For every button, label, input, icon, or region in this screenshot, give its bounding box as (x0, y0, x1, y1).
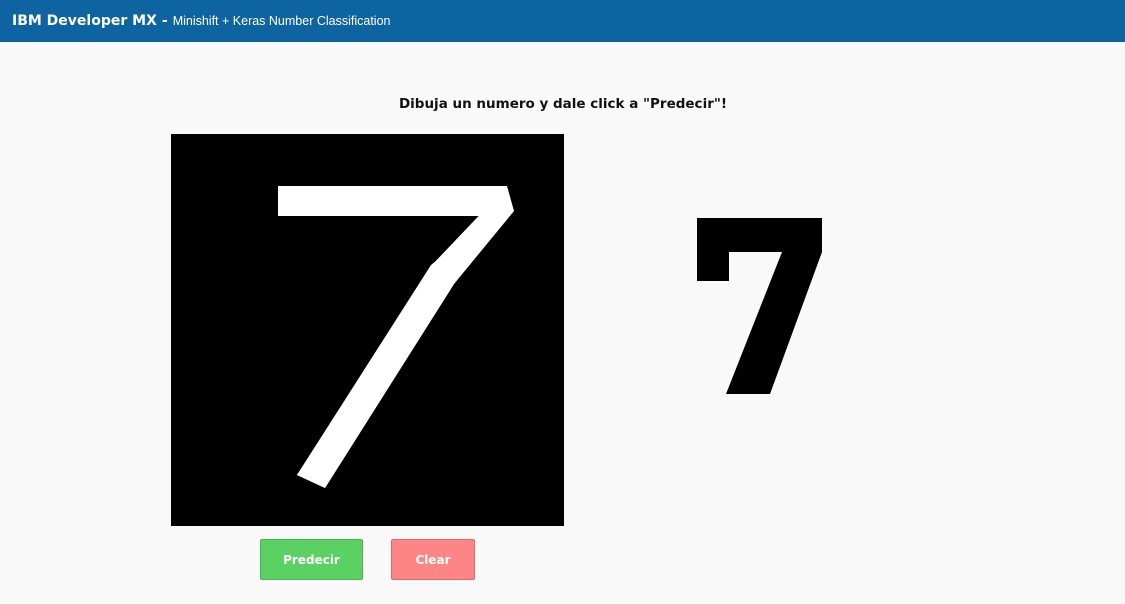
instruction-text: Dibuja un numero y dale click a "Predeci… (398, 96, 728, 112)
clear-button[interactable]: Clear (391, 539, 475, 580)
brand-separator: - (161, 13, 168, 29)
brand-title[interactable]: IBM Developer MX (12, 13, 157, 29)
predict-button[interactable]: Predecir (260, 539, 363, 580)
top-navbar: IBM Developer MX - Minishift + Keras Num… (0, 0, 1125, 42)
seven-diagonal (297, 204, 514, 488)
predicted-seven-shape (697, 218, 822, 394)
brand-subtitle: Minishift + Keras Number Classification (172, 14, 391, 28)
drawing-canvas[interactable] (171, 134, 564, 526)
prediction-display: 7 (670, 200, 850, 410)
drawn-digit-stroke (278, 186, 514, 488)
predicted-digit-glyph (697, 218, 822, 394)
